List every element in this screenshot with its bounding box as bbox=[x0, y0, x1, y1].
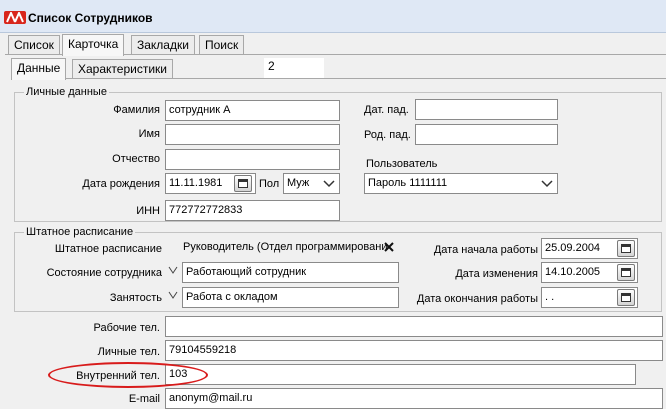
patronymic-field[interactable] bbox=[165, 149, 340, 170]
work-phone-field[interactable] bbox=[165, 316, 663, 337]
user-select[interactable]: Пароль 1111111 bbox=[364, 173, 558, 194]
birthdate-label: Дата рождения bbox=[82, 178, 160, 190]
record-counter: 2 bbox=[264, 58, 324, 78]
birthdate-calendar-icon[interactable] bbox=[234, 175, 252, 192]
employment-chevron-icon[interactable] bbox=[167, 289, 179, 303]
employment-label: Занятость bbox=[109, 292, 162, 304]
patronymic-label: Отчество bbox=[112, 153, 160, 165]
dative-label: Дат. пад. bbox=[364, 104, 409, 116]
subtab-divider bbox=[11, 78, 666, 79]
end-date-label: Дата окончания работы bbox=[416, 293, 538, 305]
staff-legend: Штатное расписание bbox=[24, 226, 136, 238]
employee-state-field[interactable]: Работающий сотрудник bbox=[182, 262, 399, 283]
change-date-label: Дата изменения bbox=[455, 268, 538, 280]
tab-card[interactable]: Карточка bbox=[62, 34, 125, 56]
start-date-calendar-icon[interactable] bbox=[617, 240, 635, 257]
end-date-calendar-icon[interactable] bbox=[617, 289, 635, 306]
sex-label: Пол bbox=[259, 178, 280, 190]
title-bar: Список Сотрудников bbox=[0, 0, 666, 33]
position-value: Руководитель (Отдел программировани bbox=[183, 241, 388, 253]
tab-search[interactable]: Поиск bbox=[199, 35, 245, 55]
name-label: Имя bbox=[138, 128, 160, 140]
employee-state-label: Состояние сотрудника bbox=[46, 267, 162, 279]
genitive-field[interactable] bbox=[415, 124, 558, 145]
user-dropdown-arrow-icon[interactable] bbox=[540, 178, 554, 190]
personal-phone-label: Личные тел. bbox=[97, 346, 160, 358]
change-date-calendar-icon[interactable] bbox=[617, 264, 635, 281]
inn-label: ИНН bbox=[136, 205, 160, 217]
internal-phone-highlight bbox=[48, 362, 208, 388]
tab-data[interactable]: Данные bbox=[11, 58, 67, 80]
tab-characteristics[interactable]: Характеристики bbox=[72, 59, 173, 79]
start-date-label: Дата начала работы bbox=[433, 244, 538, 256]
personal-phone-field[interactable]: 79104559218 bbox=[165, 340, 663, 361]
personal-data-legend: Личные данные bbox=[24, 86, 109, 98]
employment-field[interactable]: Работа с окладом bbox=[182, 287, 399, 308]
inn-field[interactable]: 772772772833 bbox=[165, 200, 340, 221]
work-phone-label: Рабочие тел. bbox=[93, 322, 160, 334]
sex-dropdown-arrow-icon[interactable] bbox=[322, 178, 336, 190]
email-label: E-mail bbox=[128, 393, 160, 405]
surname-field[interactable]: сотрудник А bbox=[165, 100, 340, 121]
genitive-label: Род. пад. bbox=[364, 129, 411, 141]
window-title: Список Сотрудников bbox=[28, 11, 153, 25]
position-clear-icon[interactable] bbox=[383, 241, 395, 253]
name-field[interactable] bbox=[165, 124, 340, 145]
employee-state-chevron-icon[interactable] bbox=[167, 264, 179, 278]
surname-label: Фамилия bbox=[113, 104, 160, 116]
dative-field[interactable] bbox=[415, 99, 558, 120]
user-label: Пользователь bbox=[366, 158, 438, 170]
tab-bookmarks[interactable]: Закладки bbox=[131, 35, 195, 55]
app-logo-icon bbox=[4, 11, 26, 24]
internal-phone-field[interactable]: 103 bbox=[165, 364, 636, 385]
tab-list[interactable]: Список bbox=[8, 35, 60, 55]
position-label: Штатное расписание bbox=[54, 243, 162, 255]
